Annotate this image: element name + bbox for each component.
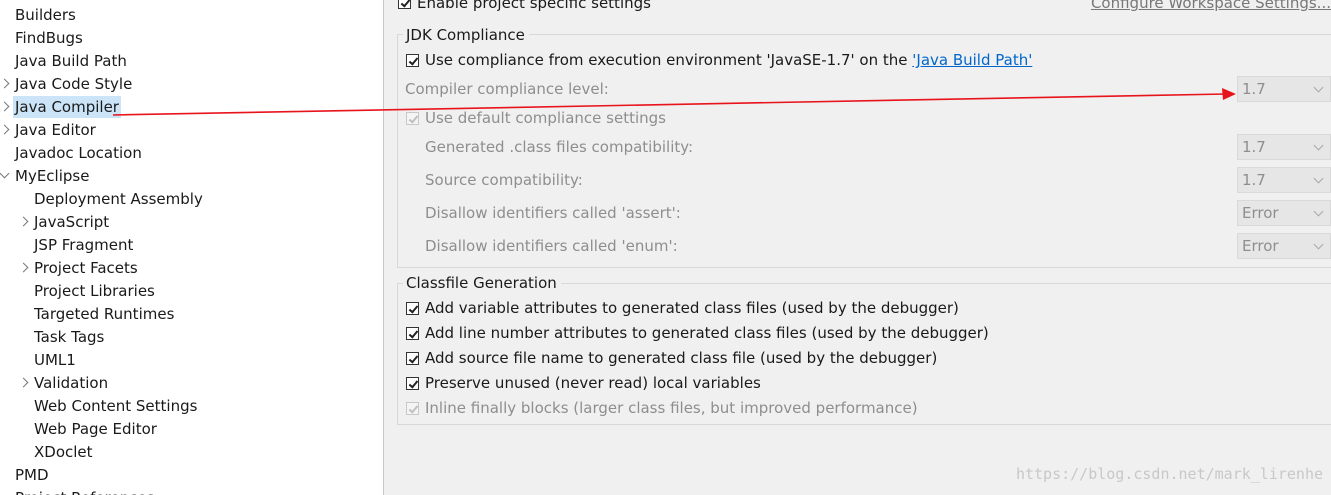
use-default-compliance-label: Use default compliance settings bbox=[425, 109, 666, 127]
tree-item-label: PMD bbox=[15, 466, 49, 484]
tree-item-validation[interactable]: Validation bbox=[0, 372, 383, 394]
chevron-down-icon[interactable] bbox=[0, 168, 10, 179]
chevron-right-icon[interactable] bbox=[18, 262, 29, 273]
tree-item-label: Web Page Editor bbox=[34, 420, 157, 438]
classfile-option-checkbox[interactable] bbox=[406, 377, 419, 390]
chevron-down-icon bbox=[1313, 82, 1324, 93]
use-default-compliance-checkbox[interactable] bbox=[406, 112, 419, 125]
tree-item-web-page-editor[interactable]: Web Page Editor bbox=[0, 418, 383, 440]
enable-project-settings-checkbox[interactable] bbox=[398, 0, 411, 9]
disallow-enum-label: Disallow identifiers called 'enum': bbox=[425, 237, 678, 255]
classfile-option-label: Add source file name to generated class … bbox=[425, 349, 938, 367]
tree-item-label: Java Editor bbox=[15, 121, 96, 139]
compiler-compliance-level-label: Compiler compliance level: bbox=[405, 80, 609, 98]
tree-item-label: Builders bbox=[15, 6, 76, 24]
chevron-right-icon[interactable] bbox=[18, 377, 29, 388]
tree-item-project-libraries[interactable]: Project Libraries bbox=[0, 280, 383, 302]
chevron-down-icon bbox=[1313, 140, 1324, 151]
chevron-right-icon[interactable] bbox=[0, 124, 10, 135]
classfile-option-checkbox[interactable] bbox=[406, 402, 419, 415]
tree-item-javadoc-location[interactable]: Javadoc Location bbox=[0, 142, 383, 164]
tree-item-builders[interactable]: Builders bbox=[0, 4, 383, 26]
tree-item-java-build-path[interactable]: Java Build Path bbox=[0, 50, 383, 72]
tree-item-label: Java Code Style bbox=[15, 75, 133, 93]
tree-item-java-compiler[interactable]: Java Compiler bbox=[0, 96, 383, 118]
enable-project-settings-label: Enable project specific settings bbox=[417, 0, 651, 12]
source-compat-combo[interactable]: 1.7 bbox=[1237, 167, 1331, 193]
tree-item-project-references[interactable]: Project References bbox=[0, 487, 383, 495]
properties-tree[interactable]: Builders FindBugs Java Build Path Java Code… bbox=[0, 0, 384, 495]
classfile-option-label: Inline finally blocks (larger class file… bbox=[425, 399, 918, 417]
tree-item-deployment-assembly[interactable]: Deployment Assembly bbox=[0, 188, 383, 210]
tree-item-targeted-runtimes[interactable]: Targeted Runtimes bbox=[0, 303, 383, 325]
tree-item-label: Java Compiler bbox=[13, 96, 121, 118]
jdk-compliance-title: JDK Compliance bbox=[403, 26, 529, 44]
compiler-compliance-level-combo[interactable]: 1.7 bbox=[1237, 76, 1331, 102]
classfile-option-checkbox[interactable] bbox=[406, 352, 419, 365]
configure-workspace-link[interactable]: Configure Workspace Settings... bbox=[1091, 0, 1331, 12]
tree-item-label: Validation bbox=[34, 374, 109, 392]
tree-item-project-facets[interactable]: Project Facets bbox=[0, 257, 383, 279]
tree-item-jsp-fragment[interactable]: JSP Fragment bbox=[0, 234, 383, 256]
chevron-right-icon[interactable] bbox=[18, 216, 29, 227]
use-env-compliance-text: Use compliance from execution environmen… bbox=[425, 51, 1032, 69]
tree-item-label: JSP Fragment bbox=[34, 236, 134, 254]
classfile-generation-title: Classfile Generation bbox=[403, 274, 561, 292]
use-env-compliance-checkbox[interactable] bbox=[406, 54, 419, 67]
tree-item-findbugs[interactable]: FindBugs bbox=[0, 27, 383, 49]
tree-item-web-content-settings[interactable]: Web Content Settings bbox=[0, 395, 383, 417]
tree-item-label: Project Libraries bbox=[34, 282, 155, 300]
tree-item-java-code-style[interactable]: Java Code Style bbox=[0, 73, 383, 95]
tree-item-label: XDoclet bbox=[34, 443, 93, 461]
use-env-compliance-label: Use compliance from execution environmen… bbox=[425, 51, 913, 69]
generated-class-compat-combo[interactable]: 1.7 bbox=[1237, 134, 1331, 160]
source-compat-label: Source compatibility: bbox=[425, 171, 583, 189]
generated-class-compat-value: 1.7 bbox=[1242, 138, 1266, 156]
java-compiler-panel: Enable project specific settings Configu… bbox=[384, 0, 1331, 495]
tree-item-pmd[interactable]: PMD bbox=[0, 464, 383, 486]
disallow-assert-combo[interactable]: Error bbox=[1237, 200, 1331, 226]
classfile-option-label: Add line number attributes to generated … bbox=[425, 324, 989, 342]
tree-item-label: Java Build Path bbox=[15, 52, 127, 70]
tree-item-label: FindBugs bbox=[15, 29, 83, 47]
tree-item-label: Targeted Runtimes bbox=[34, 305, 175, 323]
source-compat-value: 1.7 bbox=[1242, 171, 1266, 189]
disallow-enum-combo[interactable]: Error bbox=[1237, 233, 1331, 259]
tree-item-task-tags[interactable]: Task Tags bbox=[0, 326, 383, 348]
tree-item-myeclipse[interactable]: MyEclipse bbox=[0, 165, 383, 187]
chevron-right-icon[interactable] bbox=[0, 78, 10, 89]
tree-item-label: Task Tags bbox=[34, 328, 105, 346]
classfile-option-label: Preserve unused (never read) local varia… bbox=[425, 374, 761, 392]
generated-class-compat-label: Generated .class files compatibility: bbox=[425, 138, 694, 156]
tree-item-label: Javadoc Location bbox=[15, 144, 142, 162]
tree-item-label: MyEclipse bbox=[15, 167, 90, 185]
tree-item-label: Deployment Assembly bbox=[34, 190, 203, 208]
tree-item-label: Project References bbox=[15, 487, 154, 495]
tree-item-uml1[interactable]: UML1 bbox=[0, 349, 383, 371]
tree-item-label: Project Facets bbox=[34, 259, 138, 277]
tree-item-javascript[interactable]: JavaScript bbox=[0, 211, 383, 233]
disallow-assert-label: Disallow identifiers called 'assert': bbox=[425, 204, 681, 222]
tree-item-label: JavaScript bbox=[34, 213, 110, 231]
compiler-compliance-level-value: 1.7 bbox=[1242, 80, 1266, 98]
classfile-option-label: Add variable attributes to generated cla… bbox=[425, 299, 959, 317]
chevron-right-icon[interactable] bbox=[0, 101, 10, 112]
java-build-path-link[interactable]: 'Java Build Path' bbox=[912, 51, 1032, 69]
disallow-assert-value: Error bbox=[1242, 204, 1279, 222]
tree-item-xdoclet[interactable]: XDoclet bbox=[0, 441, 383, 463]
tree-item-label: UML1 bbox=[34, 351, 76, 369]
tree-item-java-editor[interactable]: Java Editor bbox=[0, 119, 383, 141]
chevron-down-icon bbox=[1313, 239, 1324, 250]
disallow-enum-value: Error bbox=[1242, 237, 1279, 255]
classfile-option-checkbox[interactable] bbox=[406, 327, 419, 340]
chevron-down-icon bbox=[1313, 206, 1324, 217]
chevron-down-icon bbox=[1313, 173, 1324, 184]
tree-item-label: Web Content Settings bbox=[34, 397, 198, 415]
classfile-option-checkbox[interactable] bbox=[406, 302, 419, 315]
watermark: https://blog.csdn.net/mark_lirenhe bbox=[1015, 465, 1323, 483]
